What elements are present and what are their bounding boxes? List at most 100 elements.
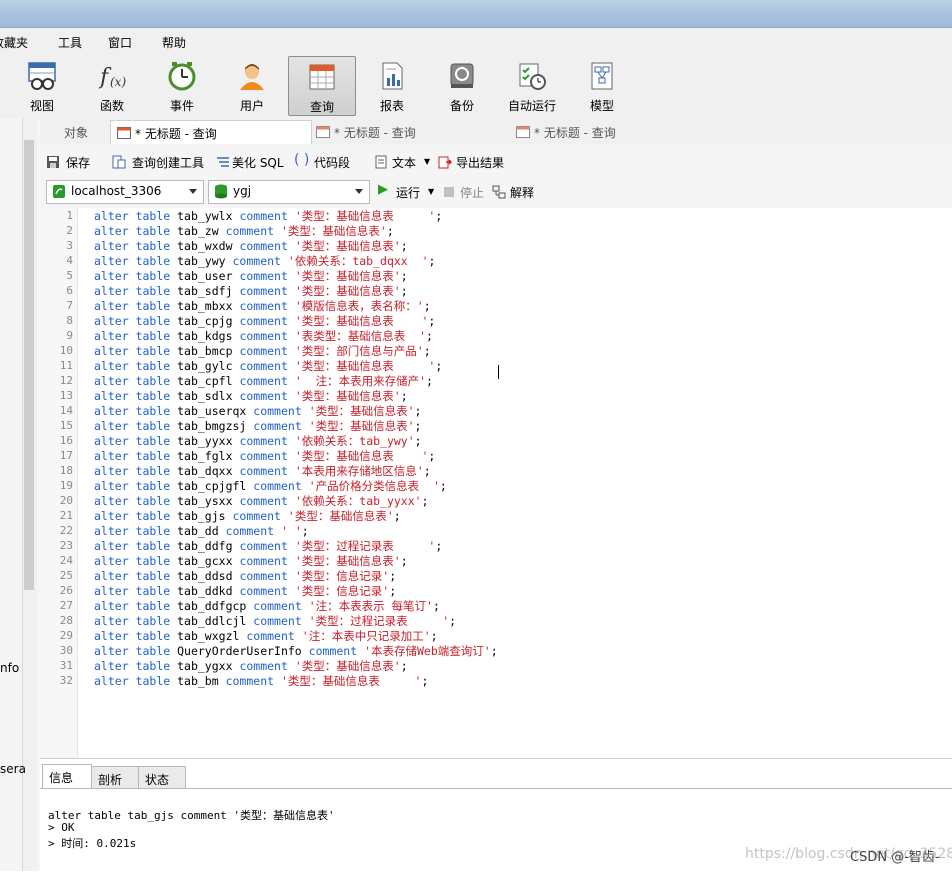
line-number: 21 — [59, 509, 73, 522]
view-button[interactable]: 视图 — [9, 56, 75, 114]
tab-status[interactable]: 状态 — [138, 766, 186, 788]
sql-line[interactable]: alter table tab_ywlx comment '类型：基础信息表 '… — [94, 209, 442, 224]
sql-line[interactable]: alter table tab_wxgzl comment '注：本表中只记录加… — [94, 629, 438, 644]
tab-info[interactable]: 信息 — [42, 764, 92, 788]
sql-line[interactable]: alter table tab_zw comment '类型：基础信息表'; — [94, 224, 394, 239]
chevron-down-icon — [355, 189, 363, 194]
query-tab-icon — [316, 126, 330, 138]
model-button[interactable]: 模型 — [569, 56, 635, 114]
sql-line[interactable]: alter table tab_mbxx comment '模版信息表，表名称：… — [94, 299, 431, 314]
autorun-label: 自动运行 — [507, 99, 556, 113]
database-select[interactable]: ygj — [208, 180, 370, 204]
view-icon — [28, 62, 56, 90]
sql-line[interactable]: alter table tab_ygxx comment '类型：基础信息表'; — [94, 659, 408, 674]
dropdown-arrow-icon: ▼ — [428, 187, 435, 196]
backup-button[interactable]: 备份 — [429, 56, 495, 114]
user-label: 用户 — [239, 99, 264, 113]
sql-line[interactable]: alter table tab_sdlx comment '类型：基础信息表'; — [94, 389, 408, 404]
menu-tools[interactable]: 工具 — [58, 34, 82, 51]
main-ribbon-toolbar: 视图 f (x) 函数 事件 用户 查询 报表 备份 自动运行 模型 — [0, 54, 952, 119]
explain-icon — [492, 185, 506, 199]
sql-line[interactable]: alter table tab_ddfg comment '类型：过程记录表 '… — [94, 539, 442, 554]
line-number: 25 — [59, 569, 73, 582]
line-number: 27 — [59, 599, 73, 612]
menu-favorites[interactable]: 收藏夹 — [0, 34, 28, 51]
autorun-button[interactable]: 自动运行 — [499, 56, 565, 114]
line-number: 9 — [66, 329, 73, 342]
line-number: 19 — [59, 479, 73, 492]
watermark-overlay: CSDN @-智齿- — [850, 850, 940, 865]
view-label: 视图 — [29, 99, 54, 113]
connection-select[interactable]: localhost_3306 — [46, 180, 204, 204]
message-time: > 时间: 0.021s — [48, 837, 137, 850]
result-tab-bar: 信息 剖析 状态 — [40, 763, 952, 789]
sql-line[interactable]: alter table tab_yyxx comment '依赖关系：tab_y… — [94, 434, 422, 449]
line-number: 16 — [59, 434, 73, 447]
query-toolbar: 保存 查询创建工具 美化 SQL ( ) 代码段 文本 ▼ 导出结果 local… — [40, 144, 952, 209]
menu-bar: 收藏夹 工具 窗口 帮助 — [0, 28, 952, 54]
menu-window[interactable]: 窗口 — [108, 34, 132, 51]
text-cursor — [498, 365, 499, 379]
event-clock-icon — [168, 62, 196, 91]
database-icon — [215, 184, 227, 199]
query-tab-icon — [117, 127, 131, 139]
sql-line[interactable]: alter table tab_userqx comment '类型：基础信息表… — [94, 404, 421, 419]
line-number: 23 — [59, 539, 73, 552]
sql-line[interactable]: alter table tab_bmcp comment '类型：部门信息与产品… — [94, 344, 431, 359]
query-button[interactable]: 查询 — [288, 56, 356, 116]
sql-editor[interactable]: 1 2 3 4 5 6 7 8 9 10 11 12 13 14 15 16 17 18 19 20 21 22 23 24 2… — [40, 208, 952, 758]
query-label: 查询 — [309, 100, 334, 114]
sql-line[interactable]: alter table tab_wxdw comment '类型：基础信息表'; — [94, 239, 408, 254]
sql-line[interactable]: alter table tab_dqxx comment '本表用来存储地区信息… — [94, 464, 431, 479]
sql-line[interactable]: alter table tab_gjs comment '类型：基础信息表'; — [94, 509, 401, 524]
tab-query-untitled-1[interactable]: * 无标题 - 查询 — [110, 120, 312, 144]
sql-line[interactable]: alter table tab_cpjgfl comment '产品价格分类信息… — [94, 479, 447, 494]
sql-line[interactable]: alter table tab_sdfj comment '类型：基础信息表'; — [94, 284, 408, 299]
menu-help[interactable]: 帮助 — [162, 34, 186, 51]
line-number: 26 — [59, 584, 73, 597]
backup-icon — [450, 63, 474, 88]
event-button[interactable]: 事件 — [149, 56, 215, 114]
sql-line[interactable]: alter table tab_bm comment '类型：基础信息表 '; — [94, 674, 428, 689]
sql-line[interactable]: alter table tab_ywy comment '依赖关系：tab_dq… — [94, 254, 435, 269]
sql-line[interactable]: alter table tab_fglx comment '类型：基础信息表 '… — [94, 449, 435, 464]
sql-line[interactable]: alter table tab_ddlcjl comment '类型：过程记录表… — [94, 614, 456, 629]
sql-line[interactable]: alter table tab_cpjg comment '类型：基础信息表 '… — [94, 314, 435, 329]
sql-line[interactable]: alter table QueryOrderUserInfo comment '… — [94, 644, 498, 659]
sql-line[interactable]: alter table tab_ysxx comment '依赖关系：tab_y… — [94, 494, 429, 509]
sql-line[interactable]: alter table tab_dd comment ' '; — [94, 524, 309, 539]
function-icon: f (x) — [98, 65, 126, 90]
sql-line[interactable]: alter table tab_user comment '类型：基础信息表'; — [94, 269, 408, 284]
autorun-icon — [519, 63, 546, 90]
sql-line[interactable]: alter table tab_ddsd comment '类型：信息记录'; — [94, 569, 396, 584]
sql-line[interactable]: alter table tab_bmgzsj comment '类型：基础信息表… — [94, 419, 421, 434]
tab-profile[interactable]: 剖析 — [91, 766, 139, 788]
line-number: 3 — [66, 239, 73, 252]
line-number: 28 — [59, 614, 73, 627]
line-number: 1 — [66, 209, 73, 222]
tab-objects[interactable]: 对象 — [40, 120, 110, 143]
query-builder-icon — [112, 155, 126, 169]
left-pane-scroll-thumb[interactable] — [24, 140, 34, 590]
report-label: 报表 — [379, 99, 404, 113]
sql-line[interactable]: alter table tab_gylc comment '类型：基础信息表 '… — [94, 359, 442, 374]
chevron-down-icon — [189, 189, 197, 194]
sql-line[interactable]: alter table tab_gcxx comment '类型：基础信息表'; — [94, 554, 408, 569]
line-number: 29 — [59, 629, 73, 642]
function-button[interactable]: f (x) 函数 — [79, 56, 145, 114]
function-label: 函数 — [99, 99, 124, 113]
tab-query-untitled-3[interactable]: * 无标题 - 查询 — [512, 120, 710, 143]
sql-line[interactable]: alter table tab_ddfgcp comment '注：本表表示 每… — [94, 599, 440, 614]
event-label: 事件 — [169, 99, 194, 113]
report-button[interactable]: 报表 — [359, 56, 425, 114]
user-button[interactable]: 用户 — [219, 56, 285, 114]
model-icon — [591, 62, 613, 90]
sql-line[interactable]: alter table tab_kdgs comment '表类型：基础信息表 … — [94, 329, 433, 344]
sql-line[interactable]: alter table tab_ddkd comment '类型：信息记录'; — [94, 584, 396, 599]
sql-line[interactable]: alter table tab_cpfl comment ' 注：本表用来存储产… — [94, 374, 433, 389]
line-number-gutter: 1 2 3 4 5 6 7 8 9 10 11 12 13 14 15 16 17 18 19 20 21 22 23 24 2… — [40, 208, 78, 758]
message-sql: alter table tab_gjs comment '类型：基础信息表' — [48, 809, 335, 822]
export-icon — [438, 156, 452, 169]
tab-query-untitled-2[interactable]: * 无标题 - 查询 — [312, 120, 510, 143]
line-number: 24 — [59, 554, 73, 567]
